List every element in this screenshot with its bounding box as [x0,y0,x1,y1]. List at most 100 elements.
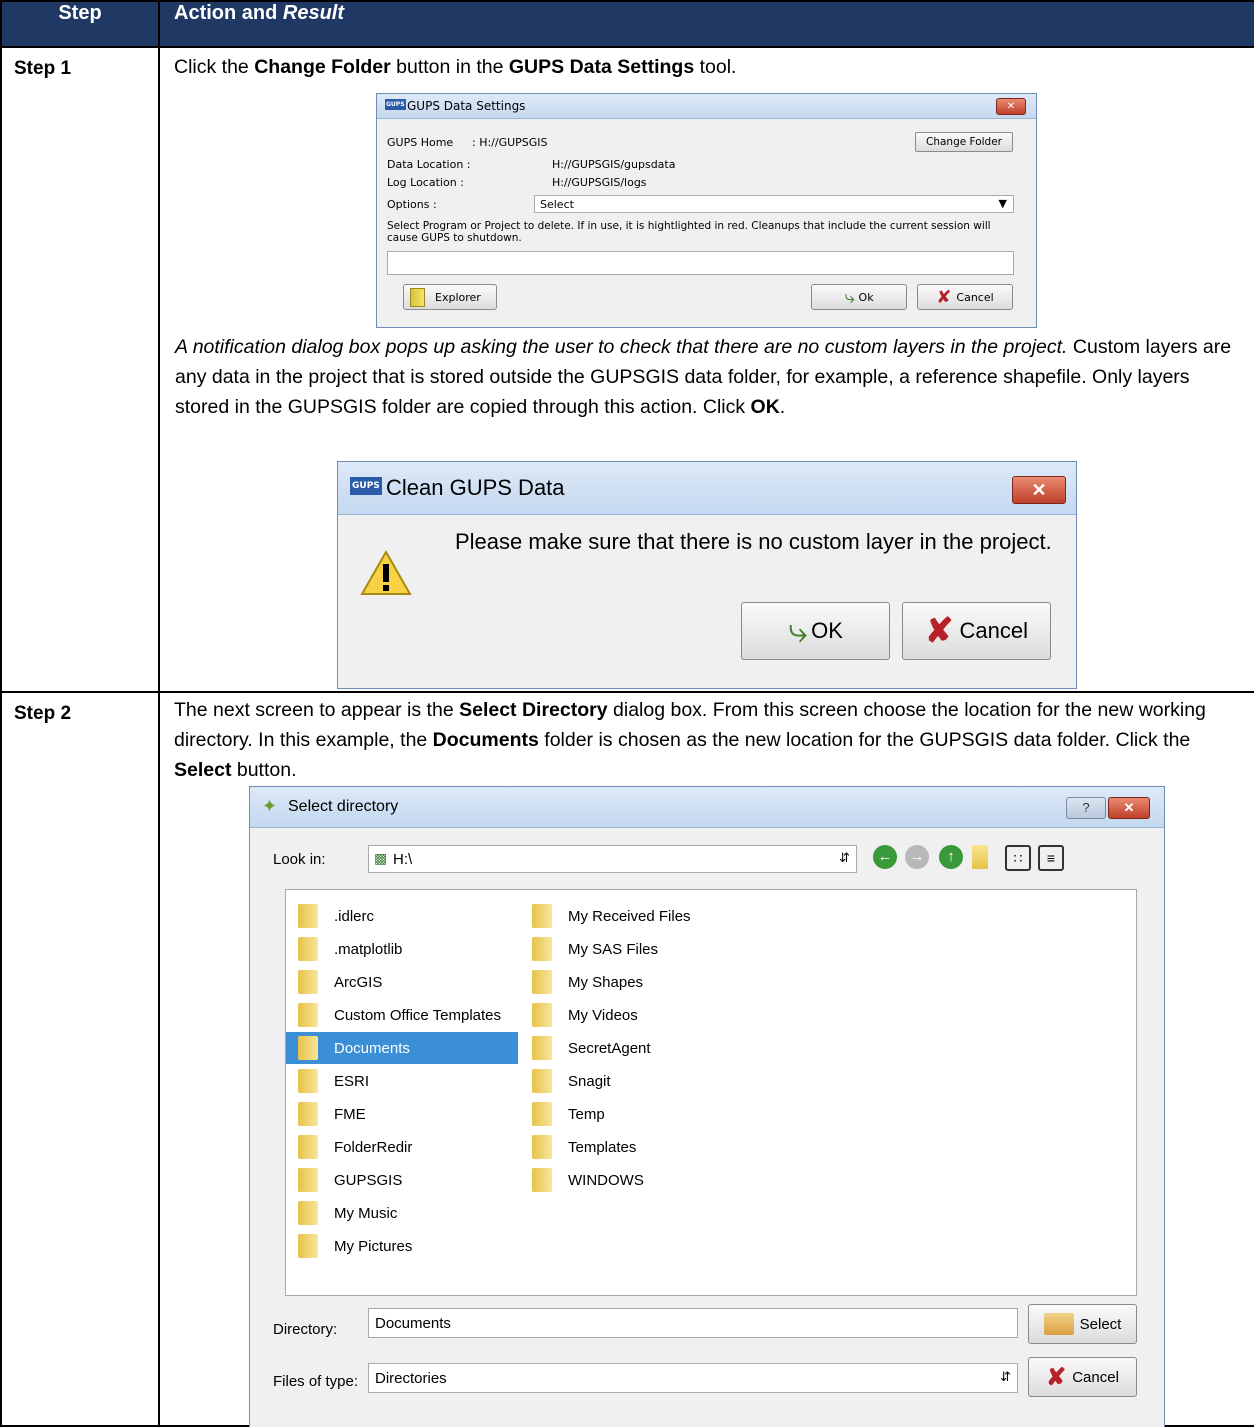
step1-note-ok: OK [750,396,780,418]
drive-icon: ▩ [374,850,388,866]
help-icon[interactable]: ? [1066,797,1106,819]
files-of-type-label: Files of type: [273,1373,359,1390]
change-folder-button[interactable]: Change Folder [915,132,1013,152]
folder-icon [532,904,552,928]
list-item-label: FME [334,1105,366,1123]
settings-title: GUPS Data Settings [407,99,526,113]
list-item-label: .idlerc [334,907,375,925]
new-folder-icon[interactable] [972,845,988,869]
dir-cancel-button[interactable]: ✘ Cancel [1028,1357,1137,1397]
list-item[interactable]: FME [286,1098,518,1130]
cancel-button[interactable]: ✘ Cancel [902,602,1051,660]
select-directory-dialog: ✦ Select directory ? ✕ Look in: ▩ H:\ ⇵ … [250,787,1164,1427]
step2-text: The next screen to appear is the Select … [160,693,1254,785]
list-item[interactable]: FolderRedir [286,1131,518,1163]
step2-label: Step 2 [14,703,72,724]
list-item[interactable]: Custom Office Templates [286,999,518,1031]
look-in-label: Look in: [273,851,326,868]
list-item-label: My Shapes [568,973,644,991]
files-of-type-select[interactable]: Directories ⇵ [368,1363,1018,1393]
step1-note: A notification dialog box pops up asking… [161,332,1254,422]
list-item-label: GUPSGIS [334,1171,403,1189]
explorer-button[interactable]: Explorer [403,284,497,310]
list-item[interactable]: My Received Files [520,900,780,932]
forward-icon[interactable]: → [905,845,929,869]
list-item-label: FolderRedir [334,1138,413,1156]
file-list[interactable]: .idlerc .matplotlib ArcGIS Custom Office Te… [285,889,1137,1296]
list-item[interactable]: WINDOWS [520,1164,780,1196]
header-result-text: Result [282,2,345,24]
list-item[interactable]: My Pictures [286,1230,518,1262]
gups-app-icon: GUPS [385,99,406,110]
list-item[interactable]: Temp [520,1098,780,1130]
folder-icon [532,1168,552,1192]
list-item[interactable]: .matplotlib [286,933,518,965]
list-item[interactable]: My Music [286,1197,518,1229]
look-in-combo[interactable]: ▩ H:\ ⇵ [368,845,857,873]
gups-home-value: : H://GUPSGIS [472,136,548,149]
close-icon[interactable]: ✕ [1012,476,1066,504]
list-item[interactable]: My Videos [520,999,780,1031]
select-button[interactable]: Select [1028,1304,1137,1344]
folder-icon [298,970,318,994]
ok-button[interactable]: ⤷ OK [741,602,890,660]
step2-cell: Step 2 [0,691,160,1427]
list-item-label: WINDOWS [568,1171,644,1189]
list-item-label: Documents [334,1039,410,1057]
list-item-label: My Received Files [568,907,691,925]
cancel-label: Cancel [1072,1368,1119,1386]
step2-t3: folder is chosen as the new location for… [538,729,1191,751]
clean-titlebar: GUPS Clean GUPS Data ✕ [338,462,1076,515]
ok-arrow-icon: ⤷ [788,611,808,650]
list-item-label: My Pictures [334,1237,413,1255]
list-item[interactable]: ArcGIS [286,966,518,998]
options-select[interactable]: Select ▼ [534,195,1014,213]
close-icon[interactable]: ✕ [996,98,1026,115]
cancel-label: Cancel [959,618,1028,643]
close-icon[interactable]: ✕ [1108,797,1150,819]
chevron-down-icon: ▼ [998,197,1007,210]
explorer-label: Explorer [435,290,481,304]
gups-app-icon: GUPS [350,477,382,495]
list-item[interactable]: Documents [286,1032,518,1064]
folder-icon [532,1135,552,1159]
step1-cell: Step 1 [0,46,160,693]
header-action-text: Action and [174,2,283,24]
step1-intro-post: tool. [694,56,737,78]
list-item[interactable]: SecretAgent [520,1032,780,1064]
detail-view-icon[interactable]: ≡ [1038,845,1064,871]
folder-icon [298,1168,318,1192]
list-item[interactable]: Templates [520,1131,780,1163]
list-item[interactable]: GUPSGIS [286,1164,518,1196]
list-item-label: My SAS Files [568,940,659,958]
list-item[interactable]: ESRI [286,1065,518,1097]
list-item[interactable]: My Shapes [520,966,780,998]
ok-button[interactable]: ⤷ Ok [811,284,907,310]
back-icon[interactable]: ← [873,845,897,869]
cancel-button[interactable]: ✘ Cancel [917,284,1013,310]
step1-intro-tool-name: GUPS Data Settings [508,56,695,78]
list-view-icon[interactable]: ∷ [1005,845,1031,871]
ok-label: OK [811,618,843,643]
folder-icon [298,1036,318,1060]
cancel-x-icon: ✘ [925,612,954,650]
list-item[interactable]: My SAS Files [520,933,780,965]
list-item[interactable]: Snagit [520,1065,780,1097]
cleanup-list[interactable] [387,251,1014,275]
spinner-icon: ⇵ [839,850,850,865]
options-value: Select [540,198,574,211]
settings-titlebar: GUPS GUPS Data Settings ✕ [377,94,1036,119]
directory-input[interactable]: Documents [368,1308,1018,1338]
dir-titlebar: ✦ Select directory ? ✕ [250,787,1164,828]
list-item[interactable]: .idlerc [286,900,518,932]
cancel-x-icon: ✘ [936,286,952,308]
select-label: Select [1079,1315,1122,1333]
list-item-label: SecretAgent [568,1039,651,1057]
step2-t1: The next screen to appear is the [174,699,460,721]
folder-icon [298,1003,318,1027]
up-icon[interactable]: ↑ [939,845,963,869]
header-action: Action and Result [158,0,1254,48]
data-location-value: H://GUPSGIS/gupsdata [552,158,676,171]
list-item-label: ESRI [334,1072,370,1090]
step2-select: Select [174,759,232,781]
